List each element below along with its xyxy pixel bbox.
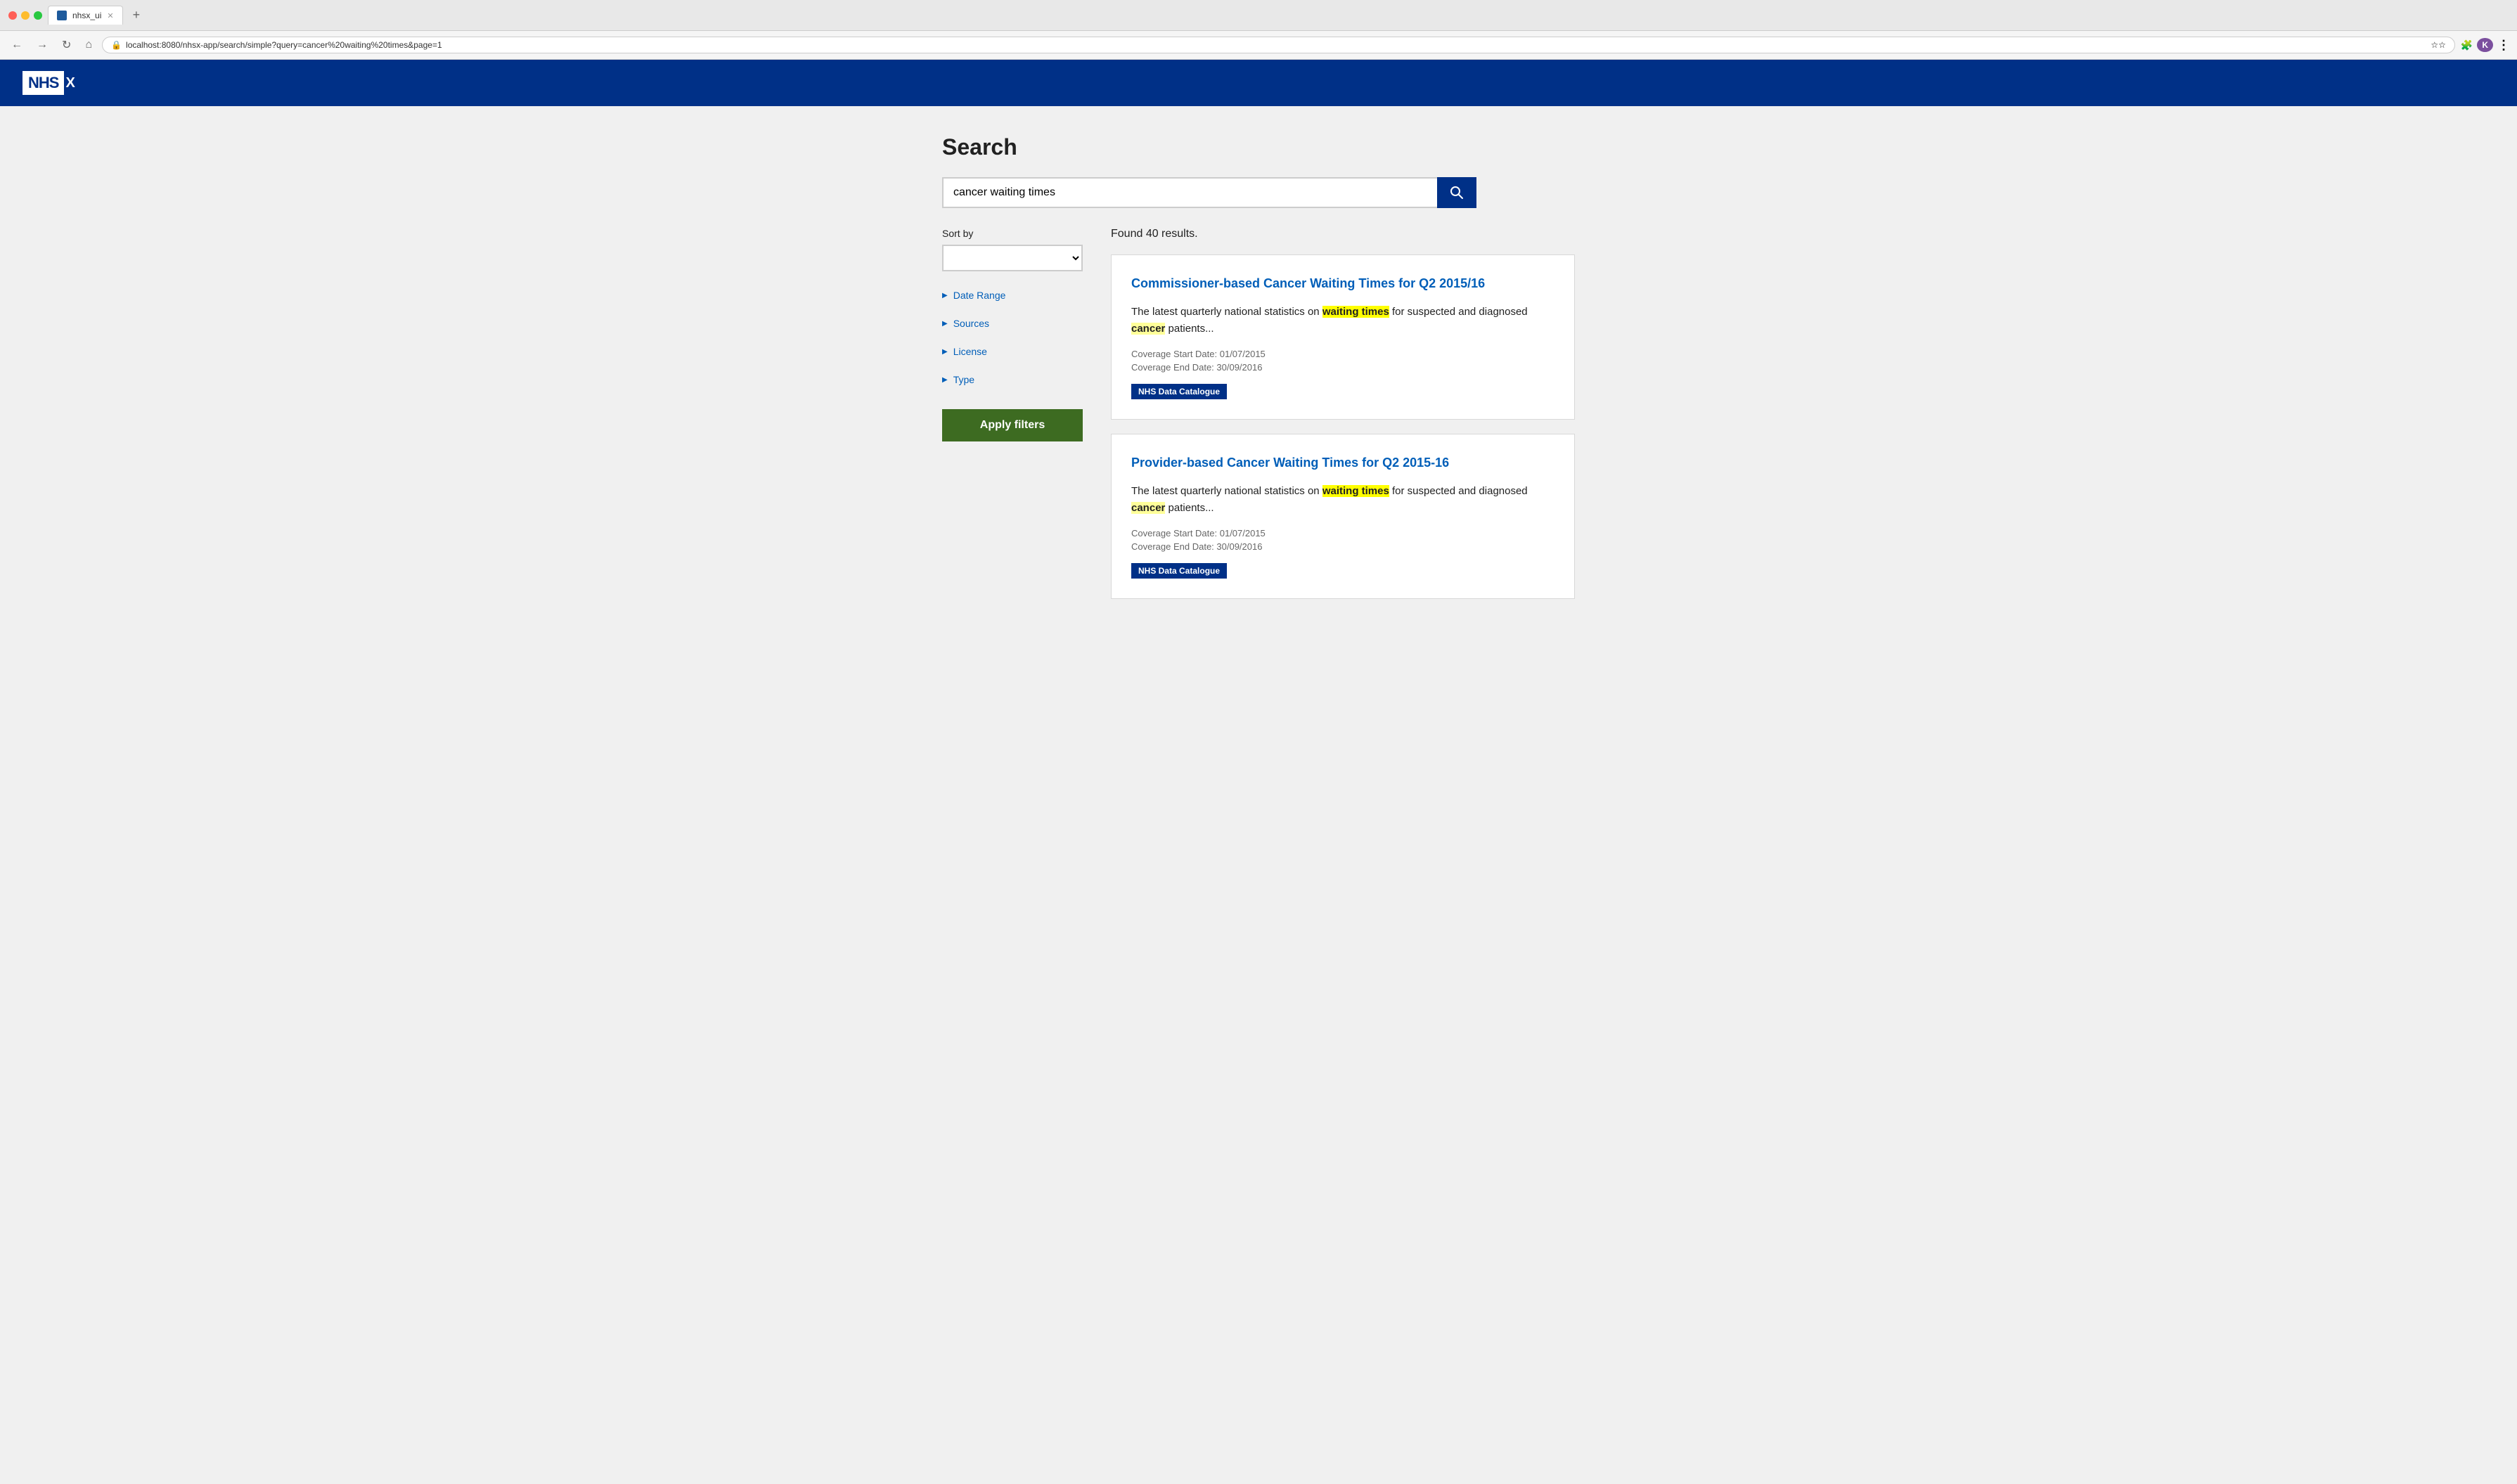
browser-tab[interactable]: nhsx_ui ✕ — [48, 6, 123, 25]
close-window-button[interactable] — [8, 11, 17, 20]
home-button[interactable]: ⌂ — [81, 36, 96, 54]
filter-toggle-type[interactable]: ▶ Type — [942, 370, 1083, 389]
filter-group-type: ▶ Type — [942, 370, 1083, 389]
nhs-header: NHS X — [0, 60, 2517, 106]
filter-toggle-license[interactable]: ▶ License — [942, 342, 1083, 361]
result-title-2[interactable]: Provider-based Cancer Waiting Times for … — [1131, 454, 1554, 472]
apply-filters-button[interactable]: Apply filters — [942, 409, 1083, 441]
address-bar: 🔒 ☆ — [102, 37, 2455, 53]
result-description-1: The latest quarterly national statistics… — [1131, 304, 1554, 337]
result-coverage-start-2: Coverage Start Date: 01/07/2015 — [1131, 528, 1554, 538]
chevron-right-icon-type: ▶ — [942, 376, 948, 384]
content-layout: Sort by Relevance Date ▶ Date Range — [942, 228, 1575, 613]
result-tag-1: NHS Data Catalogue — [1131, 384, 1227, 399]
highlight-waiting-times-2: waiting times — [1322, 485, 1389, 497]
profile-icon[interactable]: K — [2477, 38, 2493, 52]
address-input[interactable] — [126, 40, 2426, 50]
search-input[interactable] — [942, 177, 1437, 208]
results-section: Found 40 results. Commissioner-based Can… — [1111, 228, 1575, 613]
result-title-1[interactable]: Commissioner-based Cancer Waiting Times … — [1131, 275, 1554, 292]
search-button[interactable] — [1437, 177, 1476, 208]
filter-group-license: ▶ License — [942, 342, 1083, 361]
filter-label-type: Type — [953, 374, 974, 385]
sort-select[interactable]: Relevance Date — [942, 245, 1083, 271]
filter-group-date-range: ▶ Date Range — [942, 285, 1083, 305]
filter-toggle-date-range[interactable]: ▶ Date Range — [942, 285, 1083, 305]
highlight-waiting-times-1: waiting times — [1322, 306, 1389, 318]
search-container: Search Sort by Relevance — [942, 134, 1575, 613]
browser-toolbar-right: 🧩 K ⋮ — [2461, 38, 2510, 53]
result-coverage-end-1: Coverage End Date: 30/09/2016 — [1131, 362, 1554, 373]
forward-button[interactable]: → — [32, 36, 52, 54]
search-bar-container — [942, 177, 1476, 208]
new-tab-button[interactable]: + — [129, 8, 145, 22]
refresh-button[interactable]: ↻ — [58, 35, 75, 55]
sort-label: Sort by — [942, 228, 1083, 239]
result-card-1: Commissioner-based Cancer Waiting Times … — [1111, 254, 1575, 420]
minimize-window-button[interactable] — [21, 11, 30, 20]
menu-icon[interactable]: ⋮ — [2497, 38, 2510, 53]
result-coverage-end-2: Coverage End Date: 30/09/2016 — [1131, 541, 1554, 552]
filter-label-sources: Sources — [953, 318, 989, 329]
result-card-2: Provider-based Cancer Waiting Times for … — [1111, 434, 1575, 599]
traffic-lights — [8, 11, 42, 20]
nhs-logo[interactable]: NHS X — [22, 71, 75, 95]
address-bar-actions: ☆ — [2431, 40, 2446, 50]
sort-section: Sort by Relevance Date — [942, 228, 1083, 271]
result-coverage-start-1: Coverage Start Date: 01/07/2015 — [1131, 349, 1554, 359]
nhs-logo-suffix: X — [65, 75, 75, 91]
result-description-2: The latest quarterly national statistics… — [1131, 483, 1554, 517]
main-content: Search Sort by Relevance — [0, 106, 2517, 1484]
page-title: Search — [942, 134, 1575, 160]
results-count: Found 40 results. — [1111, 228, 1575, 240]
search-icon — [1450, 186, 1464, 200]
nhs-logo-text: NHS — [22, 71, 64, 95]
browser-toolbar: ← → ↻ ⌂ 🔒 ☆ 🧩 K ⋮ — [0, 31, 2517, 59]
highlight-cancer-2: cancer — [1131, 502, 1165, 514]
tab-title: nhsx_ui — [72, 11, 101, 20]
tab-close-button[interactable]: ✕ — [107, 11, 113, 20]
security-icon: 🔒 — [111, 40, 122, 50]
back-button[interactable]: ← — [7, 36, 27, 54]
maximize-window-button[interactable] — [34, 11, 42, 20]
browser-titlebar: nhsx_ui ✕ + — [0, 0, 2517, 31]
browser-chrome: nhsx_ui ✕ + ← → ↻ ⌂ 🔒 ☆ 🧩 K ⋮ — [0, 0, 2517, 60]
tab-favicon — [57, 11, 67, 20]
filters-sidebar: Sort by Relevance Date ▶ Date Range — [942, 228, 1083, 441]
chevron-right-icon: ▶ — [942, 292, 948, 299]
extensions-icon[interactable]: 🧩 — [2461, 39, 2473, 51]
highlight-cancer-1: cancer — [1131, 323, 1165, 335]
filter-label-date-range: Date Range — [953, 290, 1006, 301]
chevron-right-icon-sources: ▶ — [942, 320, 948, 328]
result-tag-2: NHS Data Catalogue — [1131, 563, 1227, 579]
bookmark-icon[interactable]: ☆ — [2431, 40, 2446, 50]
filter-toggle-sources[interactable]: ▶ Sources — [942, 314, 1083, 333]
filter-label-license: License — [953, 346, 987, 357]
filter-group-sources: ▶ Sources — [942, 314, 1083, 333]
chevron-right-icon-license: ▶ — [942, 348, 948, 356]
